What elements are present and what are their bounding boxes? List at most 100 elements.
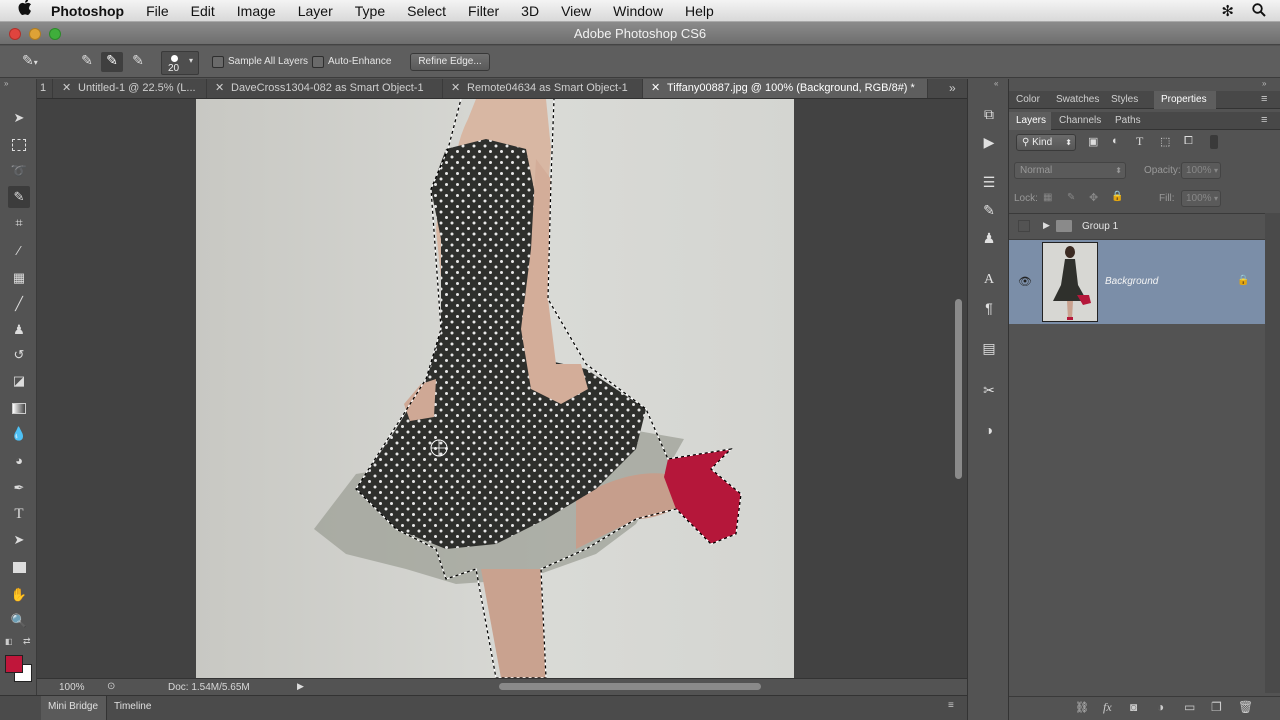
tab-paths[interactable]: Paths <box>1115 115 1141 126</box>
character-panel-icon[interactable]: A <box>978 269 1000 291</box>
menu-file[interactable]: File <box>135 0 180 22</box>
panel-menu-icon[interactable]: ≡ <box>948 700 954 711</box>
default-colors-icon[interactable]: ◧ <box>5 637 13 646</box>
tab-mini-bridge[interactable]: Mini Bridge <box>41 696 107 720</box>
layer-row-background[interactable]: 👁 Background 🔒 <box>1009 240 1265 324</box>
expand-group-arrow-icon[interactable]: ▶ <box>1043 220 1050 231</box>
new-group-icon[interactable]: ▭ <box>1184 700 1195 714</box>
auto-enhance-checkbox[interactable] <box>312 56 324 68</box>
menu-image[interactable]: Image <box>226 0 287 22</box>
tool-preset-picker[interactable]: ✎▾ <box>22 52 56 72</box>
type-tool-icon[interactable]: T <box>8 503 30 525</box>
adjustments-panel-icon[interactable]: ☰ <box>978 171 1000 193</box>
swap-colors-icon[interactable]: ⇄ <box>23 636 31 647</box>
menu-window[interactable]: Window <box>602 0 674 22</box>
tab-tiffany[interactable]: ✕ Tiffany00887.jpg @ 100% (Background, R… <box>643 79 928 98</box>
tab-swatches[interactable]: Swatches <box>1056 94 1099 105</box>
filter-adjustment-icon[interactable]: ◐ <box>1112 135 1119 147</box>
tab-timeline[interactable]: Timeline <box>107 696 163 720</box>
add-mask-icon[interactable]: ◙ <box>1130 700 1137 714</box>
minimize-window-button[interactable] <box>29 28 41 40</box>
refine-edge-button[interactable]: Refine Edge... <box>410 53 490 71</box>
add-layer-style-icon[interactable]: fx <box>1103 700 1112 715</box>
horizontal-scrollbar[interactable] <box>327 682 947 692</box>
info-panel-icon[interactable]: ▤ <box>978 337 1000 359</box>
eye-icon[interactable]: 👁 <box>1018 275 1032 288</box>
tab-styles[interactable]: Styles <box>1111 94 1138 105</box>
apple-menu-icon[interactable] <box>0 0 43 22</box>
tab-overflow-icon[interactable]: » <box>949 81 956 95</box>
layer-filter-kind[interactable]: ⚲ Kind ⬍ <box>1016 134 1076 151</box>
tab-remote[interactable]: ✕ Remote04634 as Smart Object-1 <box>443 79 643 98</box>
zoom-level[interactable]: 100% <box>59 682 85 693</box>
rectangle-tool-icon[interactable] <box>8 556 30 578</box>
clone-stamp-tool-icon[interactable]: ♟ <box>8 319 30 341</box>
lock-all-icon[interactable]: 🔒 <box>1111 191 1123 202</box>
horizontal-scroll-thumb[interactable] <box>499 683 761 690</box>
vertical-scroll-thumb[interactable] <box>955 299 962 479</box>
brush-panel-icon[interactable]: ✎ <box>978 199 1000 221</box>
menu-view[interactable]: View <box>550 0 602 22</box>
zoom-window-button[interactable] <box>49 28 61 40</box>
spot-healing-tool-icon[interactable]: ▦ <box>8 267 30 289</box>
menu-select[interactable]: Select <box>396 0 457 22</box>
brush-size-picker[interactable]: 20 ▾ <box>161 51 199 75</box>
app-menu[interactable]: Photoshop <box>43 0 135 22</box>
menu-3d[interactable]: 3D <box>510 0 550 22</box>
panel-menu-icon[interactable]: ≡ <box>1261 93 1267 105</box>
menu-layer[interactable]: Layer <box>287 0 344 22</box>
dodge-tool-icon[interactable]: ◕ <box>8 449 30 471</box>
menu-filter[interactable]: Filter <box>457 0 510 22</box>
tab-channels[interactable]: Channels <box>1059 115 1101 126</box>
menu-help[interactable]: Help <box>674 0 725 22</box>
sample-all-layers-checkbox[interactable] <box>212 56 224 68</box>
panel-menu-icon[interactable]: ≡ <box>1261 114 1267 126</box>
eraser-tool-icon[interactable]: ◪ <box>8 370 30 392</box>
lock-image-icon[interactable]: ✎ <box>1067 192 1075 203</box>
menu-type[interactable]: Type <box>344 0 396 22</box>
lock-transparent-icon[interactable]: ▦ <box>1043 192 1052 203</box>
close-tab-icon[interactable]: ✕ <box>62 79 71 98</box>
actions-panel-icon[interactable]: ▶ <box>978 131 1000 153</box>
filter-pixel-icon[interactable]: ▣ <box>1088 135 1098 148</box>
layer-row-group-1[interactable]: ▶ Group 1 <box>1009 214 1265 240</box>
path-selection-tool-icon[interactable]: ➤ <box>8 529 30 551</box>
paragraph-panel-icon[interactable]: ¶ <box>978 297 1000 319</box>
menu-edit[interactable]: Edit <box>180 0 226 22</box>
tool-presets-panel-icon[interactable]: ✂ <box>978 379 1000 401</box>
blend-mode-dropdown[interactable]: Normal ⬍ <box>1014 162 1126 179</box>
tab-untitled-1[interactable]: ✕ Untitled-1 @ 22.5% (L... <box>54 79 207 98</box>
tab-davecross[interactable]: ✕ DaveCross1304-082 as Smart Object-1 <box>207 79 443 98</box>
filter-toggle-switch[interactable] <box>1210 135 1218 149</box>
delete-layer-icon[interactable]: 🗑 <box>1238 700 1253 714</box>
play-arrow-icon[interactable]: ▶ <box>297 681 304 692</box>
visibility-toggle-empty[interactable] <box>1018 220 1030 232</box>
crop-tool-icon[interactable]: ⌗ <box>8 212 30 234</box>
close-tab-icon[interactable]: ✕ <box>651 79 660 98</box>
history-panel-icon[interactable]: ⧉ <box>978 103 1000 125</box>
quick-selection-tool-icon[interactable]: ✎ <box>8 186 30 208</box>
add-to-selection-brush-icon[interactable]: ✎ <box>101 52 123 72</box>
lock-position-icon[interactable]: ✥ <box>1089 191 1098 204</box>
lasso-tool-icon[interactable]: ➰ <box>8 160 30 182</box>
new-adjustment-layer-icon[interactable]: ◑ <box>1157 700 1164 714</box>
link-layers-icon[interactable]: ⛓ <box>1075 701 1089 714</box>
vertical-scrollbar[interactable] <box>950 99 967 678</box>
tab-properties[interactable]: Properties <box>1154 91 1216 109</box>
opacity-field[interactable]: 100% ▾ <box>1181 162 1221 179</box>
navigator-panel-icon[interactable]: ◑ <box>978 419 1000 441</box>
clone-source-panel-icon[interactable]: ♟ <box>978 227 1000 249</box>
layers-scrollbar[interactable] <box>1265 213 1280 693</box>
collapse-dock-icon[interactable]: « <box>994 79 998 88</box>
hand-tool-icon[interactable]: ✋ <box>8 584 30 606</box>
brush-tool-icon[interactable]: ╱ <box>8 293 30 315</box>
pen-tool-icon[interactable]: ✒ <box>8 477 30 499</box>
close-window-button[interactable] <box>9 28 21 40</box>
filter-smart-object-icon[interactable]: ⧠ <box>1184 135 1193 148</box>
fill-field[interactable]: 100% ▾ <box>1181 190 1221 207</box>
blur-tool-icon[interactable]: 💧 <box>8 423 30 445</box>
document-canvas[interactable] <box>196 99 794 678</box>
tab-layers[interactable]: Layers <box>1009 112 1051 130</box>
spotlight-search-icon[interactable] <box>1252 2 1266 20</box>
marquee-tool-icon[interactable] <box>8 134 30 156</box>
